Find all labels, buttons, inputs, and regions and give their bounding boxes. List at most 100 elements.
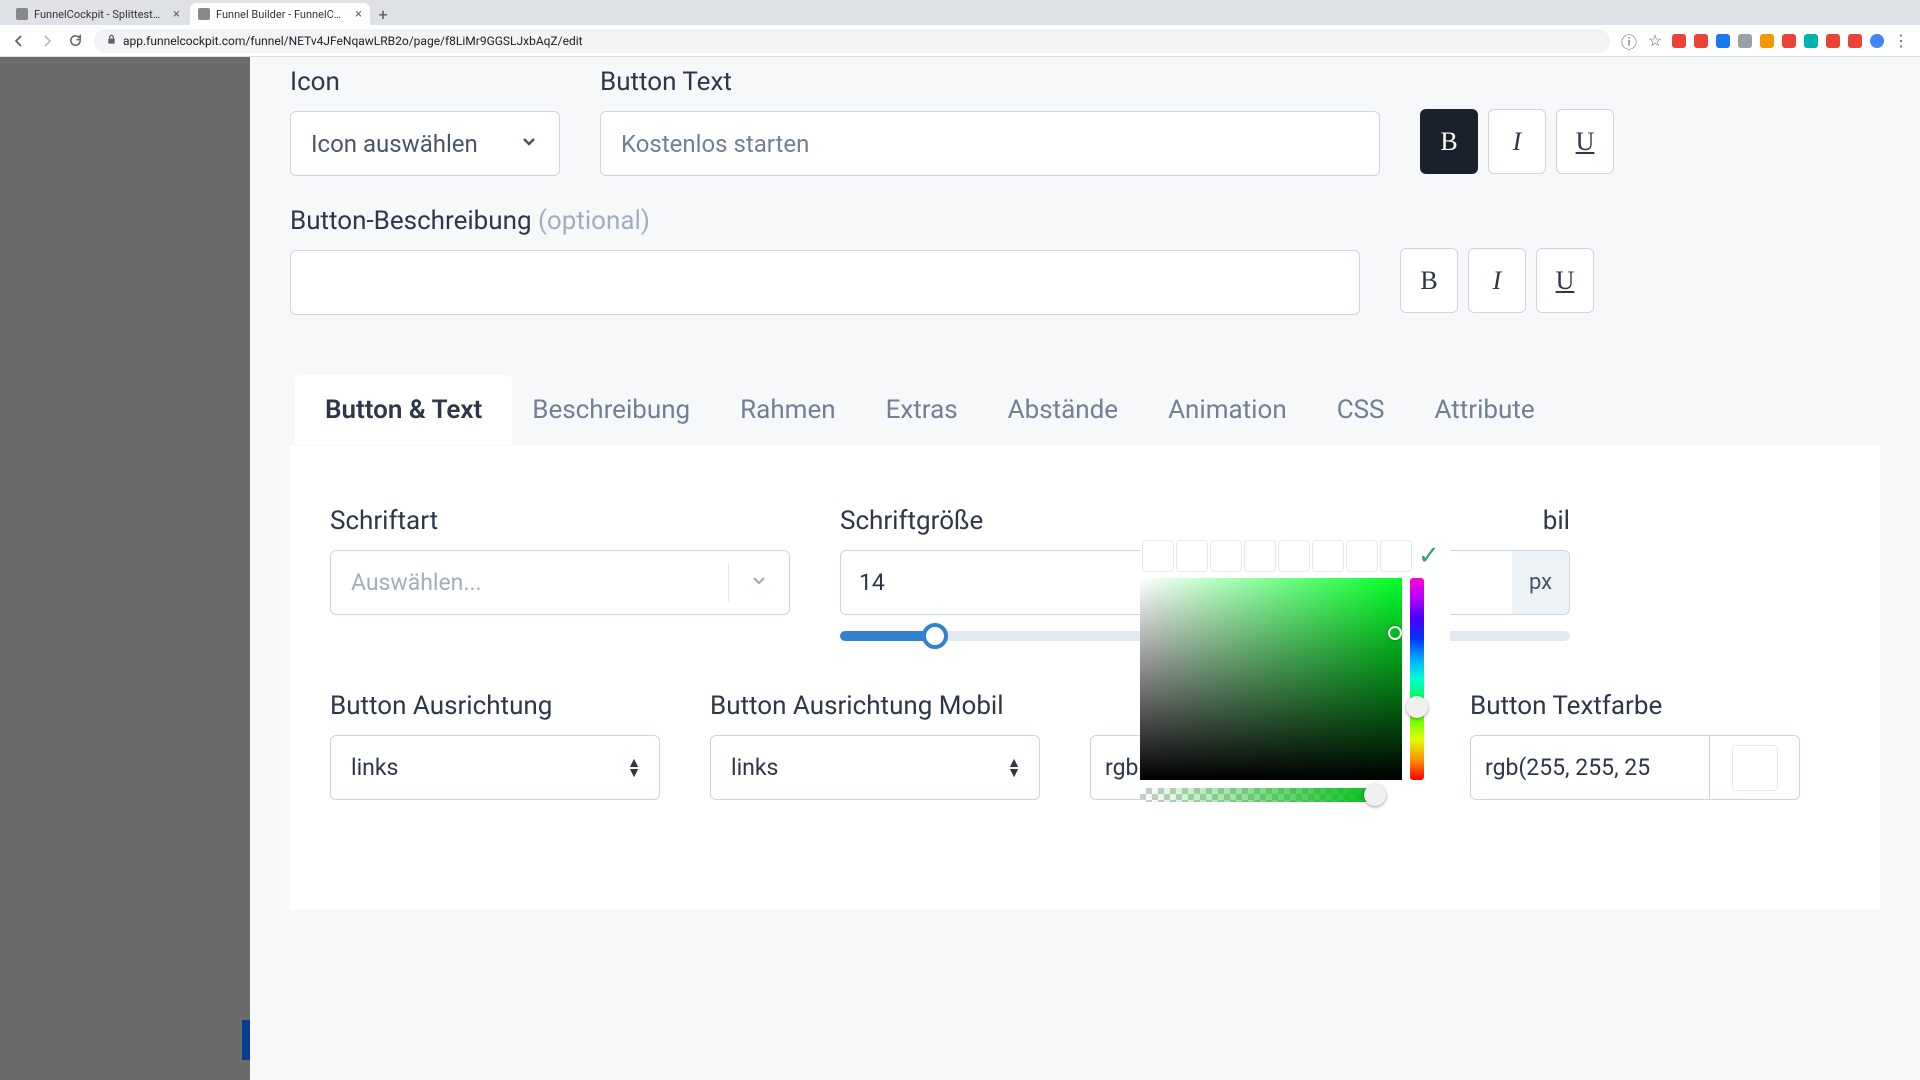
browser-tab[interactable]: FunnelCockpit - Splittests, M... × (8, 3, 188, 25)
sidebar-edge-handle[interactable] (242, 1020, 250, 1060)
extension-icon[interactable] (1782, 34, 1796, 48)
preset-swatch[interactable] (1244, 540, 1276, 572)
reload-button[interactable] (66, 32, 84, 50)
font-size-mobile-label: bil (1230, 506, 1570, 536)
font-size-input[interactable]: 14 (840, 550, 1180, 615)
chevron-down-icon (749, 569, 769, 596)
updown-icon: ▲▼ (627, 758, 641, 778)
tab-favicon (198, 8, 210, 20)
check-icon[interactable]: ✓ (1418, 541, 1440, 571)
extension-icons: ⓘ ☆ ⋮ (1620, 32, 1910, 50)
bold-button[interactable]: B (1420, 109, 1478, 174)
description-label: Button-Beschreibung (optional) (290, 206, 1360, 236)
tab-rahmen[interactable]: Rahmen (740, 375, 835, 445)
slider-fill (840, 631, 935, 641)
browser-tab-strip: FunnelCockpit - Splittests, M... × Funne… (0, 0, 1920, 25)
alpha-slider[interactable] (1140, 788, 1380, 802)
extension-icon[interactable] (1694, 34, 1708, 48)
tab-animation[interactable]: Animation (1168, 375, 1287, 445)
url-text: app.funnelcockpit.com/funnel/NETv4JFeNqa… (123, 34, 583, 48)
preset-swatch[interactable] (1142, 540, 1174, 572)
extension-icon[interactable] (1672, 34, 1686, 48)
text-color-swatch-button[interactable] (1710, 735, 1800, 800)
tab-title: Funnel Builder - FunnelCockpit (216, 8, 347, 21)
font-family-select[interactable]: Auswählen... (330, 550, 790, 615)
preset-swatch[interactable] (1380, 540, 1412, 572)
info-icon[interactable]: ⓘ (1620, 32, 1638, 50)
tab-extras[interactable]: Extras (886, 375, 958, 445)
color-picker-popover: ✓ (1140, 538, 1450, 802)
color-swatch (1732, 745, 1778, 791)
button-text-field: Button Text (600, 67, 1380, 176)
select-divider (728, 563, 729, 602)
text-color-field: rgb(255, 255, 25 (1470, 735, 1800, 800)
description-field: Button-Beschreibung (optional) (290, 206, 1360, 315)
new-tab-button[interactable]: + (372, 3, 394, 25)
button-text-label: Button Text (600, 67, 1380, 97)
extension-icon[interactable] (1716, 34, 1730, 48)
text-color-input[interactable]: rgb(255, 255, 25 (1470, 735, 1710, 800)
tab-content: ✓ (290, 446, 1880, 910)
url-field[interactable]: app.funnelcockpit.com/funnel/NETv4JFeNqa… (94, 29, 1610, 53)
align-desktop-select[interactable]: links ▲▼ (330, 735, 660, 800)
align-mobile-select[interactable]: links ▲▼ (710, 735, 1040, 800)
sidebar (0, 57, 250, 1080)
tab-favicon (16, 8, 28, 20)
description-input[interactable] (290, 250, 1360, 315)
hue-slider[interactable] (1410, 578, 1424, 780)
avatar[interactable] (1870, 34, 1884, 48)
preset-swatch[interactable] (1312, 540, 1344, 572)
star-icon[interactable]: ☆ (1646, 32, 1664, 50)
text-color-label: Button Textfarbe (1470, 691, 1800, 721)
tab-css[interactable]: CSS (1337, 375, 1385, 445)
preset-swatch[interactable] (1210, 540, 1242, 572)
tab-attribute[interactable]: Attribute (1435, 375, 1535, 445)
preset-swatches: ✓ (1140, 538, 1450, 574)
icon-label: Icon (290, 67, 560, 97)
slider-thumb[interactable] (922, 623, 948, 649)
button-text-input[interactable] (600, 111, 1380, 176)
hue-thumb[interactable] (1406, 696, 1428, 718)
align-mobile-value: links (731, 754, 778, 781)
menu-icon[interactable]: ⋮ (1892, 32, 1910, 50)
saturation-panel[interactable] (1140, 578, 1402, 780)
preset-swatch[interactable] (1278, 540, 1310, 572)
updown-icon: ▲▼ (1007, 758, 1021, 778)
icon-field: Icon Icon auswählen (290, 67, 560, 176)
browser-tab[interactable]: Funnel Builder - FunnelCockpit × (190, 3, 370, 25)
italic-button[interactable]: I (1468, 248, 1526, 313)
lock-icon (106, 34, 117, 48)
align-desktop-label: Button Ausrichtung (330, 691, 660, 721)
optional-hint: (optional) (538, 206, 650, 236)
close-icon[interactable]: × (355, 7, 362, 22)
italic-button[interactable]: I (1488, 109, 1546, 174)
back-button[interactable] (10, 32, 28, 50)
font-family-label: Schriftart (330, 506, 790, 536)
tab-beschreibung[interactable]: Beschreibung (532, 375, 690, 445)
tab-abstaende[interactable]: Abstände (1008, 375, 1118, 445)
close-icon[interactable]: × (173, 7, 180, 22)
extension-icon[interactable] (1738, 34, 1752, 48)
alpha-thumb[interactable] (1364, 784, 1386, 806)
extension-icon[interactable] (1804, 34, 1818, 48)
tab-title: FunnelCockpit - Splittests, M... (34, 8, 165, 21)
icon-select-text: Icon auswählen (311, 130, 478, 158)
extension-icon[interactable] (1826, 34, 1840, 48)
align-desktop-value: links (351, 754, 398, 781)
underline-button[interactable]: U (1536, 248, 1594, 313)
underline-button[interactable]: U (1556, 109, 1614, 174)
font-family-placeholder: Auswählen... (351, 569, 482, 596)
format-group-desc: B I U (1400, 248, 1594, 313)
extension-icon[interactable] (1848, 34, 1862, 48)
extension-icon[interactable] (1760, 34, 1774, 48)
font-size-slider[interactable] (840, 631, 1180, 641)
format-group-text: B I U (1420, 109, 1614, 174)
icon-select[interactable]: Icon auswählen (290, 111, 560, 176)
bold-button[interactable]: B (1400, 248, 1458, 313)
tab-button-text[interactable]: Button & Text (295, 375, 512, 445)
forward-button[interactable] (38, 32, 56, 50)
saturation-cursor[interactable] (1388, 626, 1402, 640)
preset-swatch[interactable] (1176, 540, 1208, 572)
preset-swatch[interactable] (1346, 540, 1378, 572)
font-size-label: Schriftgröße (840, 506, 1180, 536)
